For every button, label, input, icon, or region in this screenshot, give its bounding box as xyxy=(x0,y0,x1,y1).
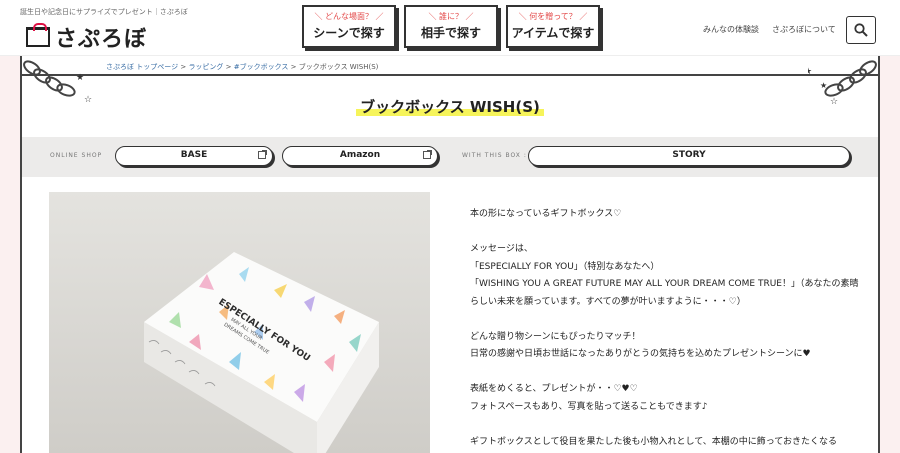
nav-main-label: アイテムで探す xyxy=(511,26,595,40)
product-description: 本の形になっているギフトボックス♡ メッセージは、 「ESPECIALLY FO… xyxy=(470,206,860,453)
nav-sub-label: ＼ 何を贈って？ ／ xyxy=(518,12,588,21)
breadcrumb-separator: > xyxy=(290,63,297,71)
amazon-shop-button[interactable]: Amazon xyxy=(282,146,438,166)
description-paragraph: どんな贈り物シーンにもぴったりマッチ！ 日常の感謝や日頃お世話になったありがとう… xyxy=(470,331,811,360)
nav-button-scene[interactable]: ＼ どんな場面？ ／ シーンで探す xyxy=(302,5,396,48)
story-label: STORY xyxy=(672,150,706,160)
nav-button-item[interactable]: ＼ 何を贈って？ ／ アイテムで探す xyxy=(506,5,600,48)
story-button[interactable]: STORY xyxy=(528,146,850,166)
nav-link-experiences[interactable]: みんなの体験談 xyxy=(703,24,759,35)
nav-main-label: 相手で探す xyxy=(420,26,481,40)
product-photo: ESPECIALLY FOR YOU MAY ALL YOUR DREAMS C… xyxy=(49,192,430,453)
nav-sub-label: ＼ どんな場面？ ／ xyxy=(314,12,384,21)
breadcrumb-link-wrapping[interactable]: ラッピング xyxy=(188,63,223,71)
nav-main-label: シーンで探す xyxy=(313,26,385,40)
svg-text:★: ★ xyxy=(808,67,812,77)
external-link-icon xyxy=(423,150,432,159)
site-tagline: 誕生日や記念日にサプライズでプレゼント｜さぷろぼ xyxy=(20,8,188,16)
base-shop-button[interactable]: BASE xyxy=(115,146,273,166)
description-paragraph: メッセージは、 「ESPECIALLY FOR YOU」（特別なあなたへ） 「W… xyxy=(470,244,859,307)
external-link-icon xyxy=(258,150,267,159)
svg-text:★: ★ xyxy=(820,81,827,90)
logo-text: さぷろぼ xyxy=(55,27,148,52)
amazon-shop-label: Amazon xyxy=(339,150,381,160)
breadcrumb-link-bookbox[interactable]: #ブックボックス xyxy=(234,63,289,71)
search-icon xyxy=(854,23,868,37)
svg-text:★: ★ xyxy=(76,73,84,83)
breadcrumb-link-top[interactable]: さぷろぼ トップページ xyxy=(106,63,178,71)
description-paragraph: 本の形になっているギフトボックス♡ xyxy=(470,209,622,219)
breadcrumb: さぷろぼ トップページ > ラッピング > #ブックボックス > ブックボックス… xyxy=(106,62,378,72)
page-title: ブックボックス WISH(S) xyxy=(0,96,900,117)
with-this-box-label: WITH THIS BOX : xyxy=(462,152,527,159)
description-paragraph: 表紙をめくると、プレゼントが・・♡♥♡ フォトスペースもあり、写真を貼って送るこ… xyxy=(470,384,708,412)
gift-box-icon xyxy=(26,23,50,47)
breadcrumb-current: ブックボックス WISH(S) xyxy=(298,63,379,71)
base-shop-label: BASE xyxy=(180,150,208,160)
nav-button-recipient[interactable]: ＼ 誰に？ ／ 相手で探す xyxy=(404,5,498,48)
description-paragraph: ギフトボックスとして役目を果たした後も小物入れとして、本棚の中に飾っておきたくな… xyxy=(470,436,838,447)
online-shop-label: ONLINE SHOP xyxy=(50,152,103,159)
site-logo[interactable]: さぷろぼ xyxy=(26,21,147,53)
page-title-text: ブックボックス WISH(S) xyxy=(356,98,544,116)
nav-link-about[interactable]: さぷろぼについて xyxy=(772,24,836,35)
breadcrumb-separator: > xyxy=(180,63,187,71)
nav-sub-label: ＼ 誰に？ ／ xyxy=(428,12,474,21)
search-button[interactable] xyxy=(846,16,876,44)
breadcrumb-separator: > xyxy=(225,63,232,71)
book-box-illustration: ESPECIALLY FOR YOU MAY ALL YOUR DREAMS C… xyxy=(49,192,430,453)
